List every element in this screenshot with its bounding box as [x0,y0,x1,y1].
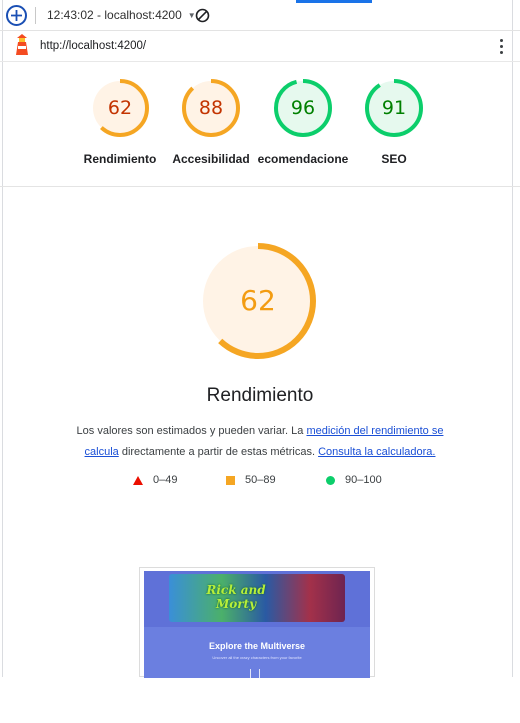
page-screenshot[interactable]: Rick and Morty Explore the Multiverse Un… [139,567,375,678]
report-toolbar: 12:43:02 - localhost:4200 ▼ [0,0,520,31]
legend-pass: 90–100 [326,474,382,486]
screenshot-logo: Rick and Morty [206,583,266,611]
triangle-icon [133,475,143,485]
legend-pass-range: 90–100 [345,474,382,486]
gauge-accessibility-score: 88 [198,97,224,119]
description-text: Los valores son estimados y pueden varia… [76,425,307,437]
report-selector[interactable]: 12:43:02 - localhost:4200 ▼ [47,8,196,22]
gauge-accessibility-label: Accesibilidad [172,152,250,166]
toolbar-divider [35,7,36,24]
performance-description: Los valores son estimados y pueden varia… [60,421,460,463]
performance-score: 62 [240,284,276,317]
scores-summary: 62 Rendimiento 88 Accesibilidad 96 ecome… [0,62,520,187]
screenshot-content: Rick and Morty Explore the Multiverse Un… [144,571,370,678]
score-legend: 0–49 50–89 90–100 [0,474,520,490]
legend-fail: 0–49 [133,474,177,486]
kebab-menu-icon[interactable] [497,36,505,56]
legend-fail-range: 0–49 [153,474,178,486]
gauge-seo-label: SEO [381,152,407,166]
calculator-link[interactable]: Consulta la calculadora. [318,446,435,458]
performance-title: Rendimiento [206,385,314,406]
square-icon [226,475,235,485]
gauge-best-practices-label: ecomendacione [257,152,349,166]
description-text-middle: directamente a partir de estas métricas. [118,446,319,458]
lighthouse-icon [13,34,31,61]
screenshot-subtitle: Uncover all the crazy characters from yo… [212,655,302,660]
block-icon[interactable] [195,8,210,28]
screenshot-title: Explore the Multiverse [208,641,306,651]
screenshot-mark [250,669,260,678]
gauge-performance-score: 62 [107,97,133,119]
legend-average: 50–89 [226,474,276,486]
gauge-best-practices-score: 96 [290,97,316,119]
gauge-seo-score: 91 [381,97,407,119]
plus-circle-icon[interactable] [6,5,27,26]
gauge-seo[interactable]: 91 [364,78,424,138]
gauge-best-practices[interactable]: 96 [273,78,333,138]
report-url: http://localhost:4200/ [40,40,147,52]
url-bar: http://localhost:4200/ [0,31,520,62]
gauge-accessibility[interactable]: 88 [181,78,241,138]
legend-average-range: 50–89 [245,474,276,486]
gauge-performance[interactable]: 62 [90,78,150,138]
report-selector-label: 12:43:02 - localhost:4200 [47,8,182,22]
circle-icon [326,475,335,485]
